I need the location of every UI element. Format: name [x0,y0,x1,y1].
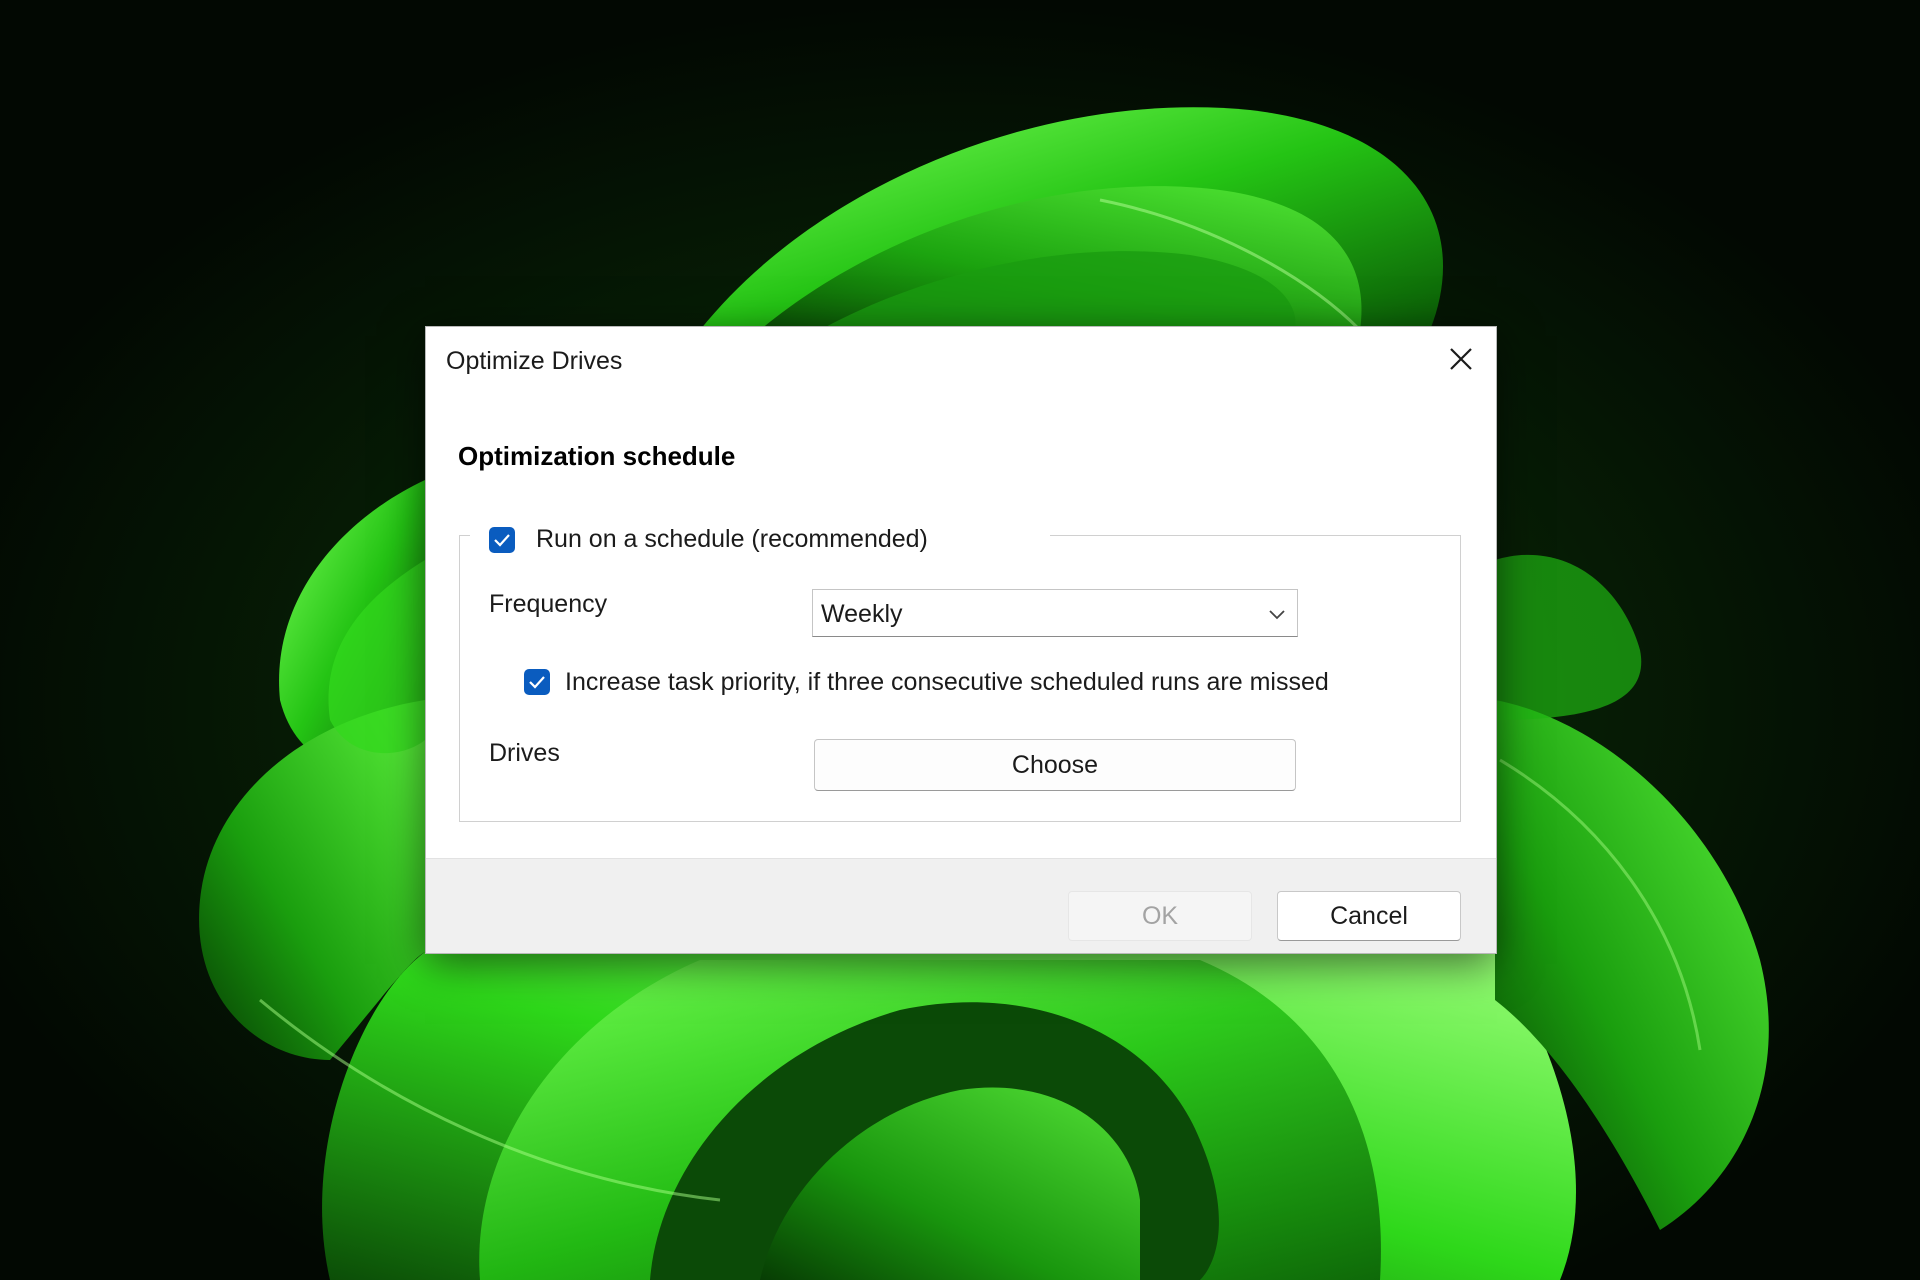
checkmark-icon [529,676,545,689]
window-title: Optimize Drives [446,347,623,375]
checkmark-icon [494,534,510,547]
optimize-drives-dialog: Optimize Drives Optimization schedule Ru… [425,326,1497,954]
drives-label: Drives [489,739,560,767]
close-button[interactable] [1426,327,1496,391]
title-bar: Optimize Drives [426,327,1496,391]
cancel-button[interactable]: Cancel [1277,891,1461,941]
frequency-selected-value: Weekly [821,600,903,628]
frequency-dropdown[interactable]: Weekly [812,589,1298,637]
run-on-schedule-checkbox[interactable] [489,527,515,553]
dialog-footer: OK Cancel [426,858,1496,953]
section-heading: Optimization schedule [458,441,736,471]
ok-button[interactable]: OK [1068,891,1252,941]
increase-priority-label[interactable]: Increase task priority, if three consecu… [565,668,1329,697]
choose-drives-button[interactable]: Choose [814,739,1296,791]
chevron-down-icon [1269,610,1285,620]
frequency-label: Frequency [489,590,608,618]
close-icon [1450,348,1472,370]
run-on-schedule-label[interactable]: Run on a schedule (recommended) [536,525,928,554]
increase-priority-checkbox[interactable] [524,669,550,695]
